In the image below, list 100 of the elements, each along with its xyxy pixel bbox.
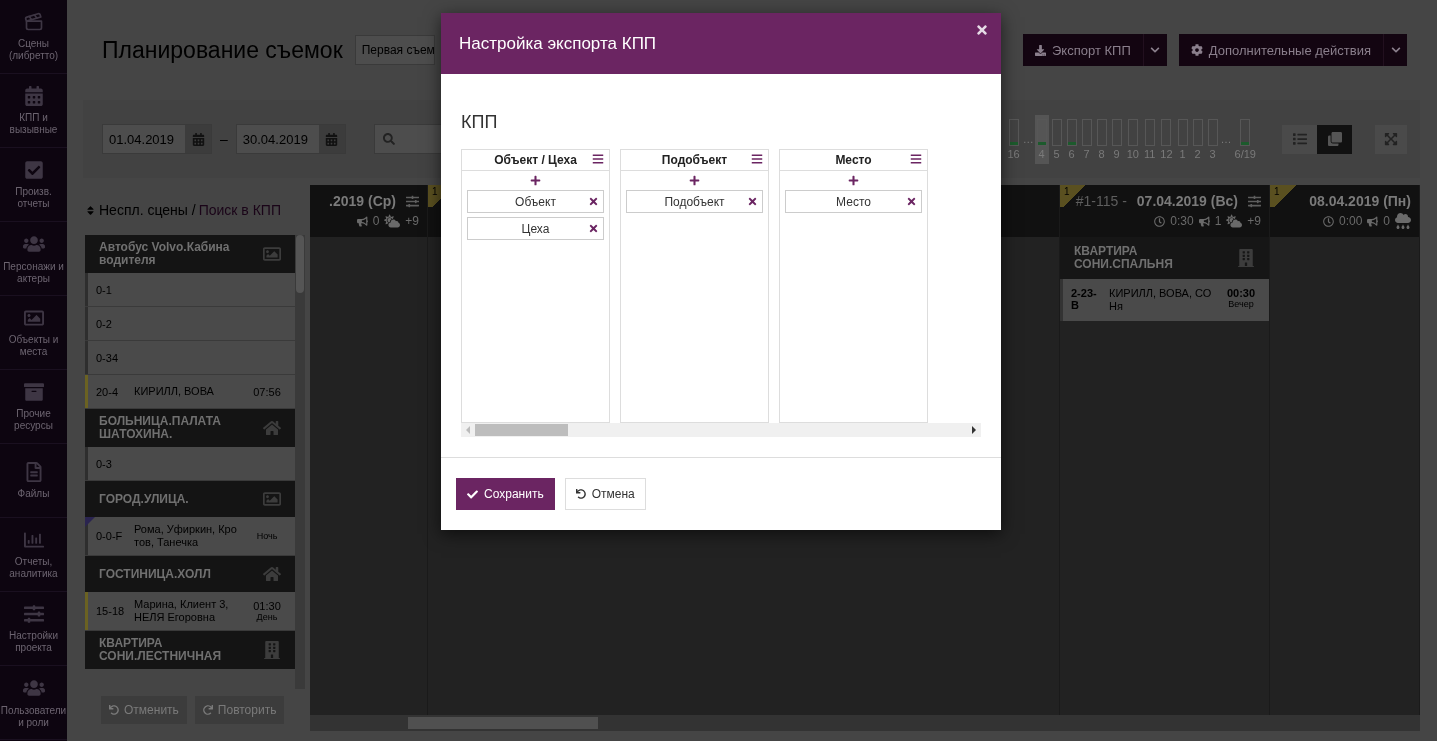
expand-button[interactable]: [1375, 124, 1407, 154]
field-chip[interactable]: Цеха: [467, 217, 604, 240]
scene-daypart: Ночь: [256, 531, 278, 541]
calendar-icon[interactable]: [185, 125, 211, 153]
ellipsis: …: [1022, 133, 1034, 145]
sliders-icon[interactable]: [406, 194, 419, 208]
megaphone-icon: [1198, 215, 1210, 227]
remove-button[interactable]: [906, 196, 917, 207]
redo-icon: [202, 705, 213, 715]
announcement-count: 1: [1214, 214, 1222, 228]
add-button[interactable]: [848, 175, 859, 186]
scene-card[interactable]: 2-23-В КИРИЛЛ, ВОВА, СОНя 00:30 Вечер: [1060, 279, 1269, 321]
menu-icon[interactable]: [910, 153, 922, 165]
list-icon: [1292, 132, 1307, 146]
house-icon: [263, 419, 281, 437]
download-icon: [1035, 44, 1046, 56]
cancel-button[interactable]: Отмена: [564, 478, 646, 510]
scroll-right-icon[interactable]: [972, 426, 976, 434]
chevron-down-icon: [1150, 45, 1161, 55]
location-title: БОЛЬНИЦА.ПАЛАТА ШАТОХИНА.: [99, 415, 222, 441]
day-date: 08.04.2019 (Пн): [1309, 193, 1411, 209]
sliders-icon: [23, 603, 44, 624]
calendar-icon: [23, 85, 44, 106]
day-duration: 0:00: [1338, 214, 1363, 228]
redo-button[interactable]: Повторить: [194, 696, 285, 724]
scene-row[interactable]: 0-34: [85, 341, 295, 375]
scene-time: 00:30: [1226, 287, 1256, 299]
scroll-thumb[interactable]: [408, 717, 598, 729]
scene-cast: Рома, Уфиркин, Кротов, Танечка: [134, 523, 238, 549]
page-title: Планирование съемок: [102, 36, 343, 64]
corner-flag: [85, 517, 95, 527]
scene-number: 0-1: [96, 283, 113, 296]
cards-icon: [1327, 132, 1342, 146]
temperature: +9: [1247, 214, 1261, 228]
sliders-icon[interactable]: [1248, 194, 1261, 208]
list-view-button[interactable]: [1282, 124, 1317, 154]
scene-row[interactable]: 0-3: [85, 447, 295, 481]
scene-number: 0-34: [96, 351, 120, 364]
undo-button[interactable]: Отменить: [101, 696, 187, 724]
section-heading: КПП: [461, 112, 499, 133]
house-icon: [263, 565, 281, 583]
scene-number: 0-0-F: [96, 530, 124, 542]
search-link[interactable]: Поиск в КПП: [198, 202, 281, 218]
day-item[interactable]: 3: [1205, 114, 1220, 164]
add-button[interactable]: [530, 175, 541, 186]
scene-row[interactable]: 0-1: [85, 273, 295, 307]
menu-icon[interactable]: [592, 153, 604, 165]
scene-cast: КИРИЛЛ, ВОВА: [134, 385, 215, 398]
location-title: КВАРТИРА СОНИ.СПАЛЬНЯ: [1074, 245, 1174, 271]
shoot-select[interactable]: Первая съем: [354, 35, 435, 65]
chevron-down-icon: [1390, 45, 1401, 55]
scene-daypart: День: [256, 612, 278, 622]
scene-number: 0-3: [96, 457, 113, 470]
scene-cast: КИРИЛЛ, ВОВА, СОНя: [1109, 287, 1213, 313]
scene-number: 2-23-В: [1071, 287, 1098, 313]
calendar-icon[interactable]: [318, 125, 345, 153]
expand-icon: [1384, 132, 1398, 146]
picture-icon: [263, 490, 281, 508]
day-date: .2019 (Ср): [329, 193, 396, 209]
announcement-count: 0: [372, 214, 380, 228]
field-chip[interactable]: Подобъект: [626, 190, 763, 213]
picture-icon: [263, 245, 281, 263]
remove-button[interactable]: [588, 196, 599, 207]
card-view-button[interactable]: [1317, 124, 1352, 154]
scene-daypart: Вечер: [1228, 299, 1254, 309]
field-chip[interactable]: Объект: [467, 190, 604, 213]
add-button[interactable]: [689, 175, 700, 186]
scene-row[interactable]: 0-0-F Рома, Уфиркин, Кротов, Танечка Ночь: [85, 517, 295, 556]
scrollbar[interactable]: [461, 423, 981, 437]
save-button[interactable]: Сохранить: [456, 478, 555, 510]
scroll-thumb[interactable]: [296, 235, 304, 293]
weather-icon: [384, 213, 401, 229]
column-title: Объект / Цеха: [494, 153, 577, 167]
date-separator: –: [220, 131, 228, 147]
field-chip[interactable]: Место: [785, 190, 922, 213]
date-field[interactable]: 01.04.2019: [102, 124, 212, 154]
megaphone-icon: [1367, 215, 1379, 227]
scroll-left-icon[interactable]: [466, 426, 470, 434]
day-date: 07.04.2019 (Вс): [1136, 193, 1238, 209]
scroll-thumb[interactable]: [475, 424, 568, 436]
announcement-count: 0: [1383, 214, 1390, 228]
weather-icon: [1395, 213, 1411, 229]
menu-icon[interactable]: [751, 153, 763, 165]
column-title: Подобъект: [661, 153, 728, 167]
check-icon: [467, 488, 478, 500]
remove-button[interactable]: [588, 223, 599, 234]
dialog-title: Настройка экспорта КПП: [459, 33, 657, 54]
box-icon: [23, 381, 44, 402]
temperature: +9: [405, 214, 419, 228]
remove-button[interactable]: [747, 196, 758, 207]
day-duration: 0:30: [1170, 214, 1194, 228]
scrollbar[interactable]: [295, 235, 305, 689]
date-field[interactable]: 30.04.2019: [235, 124, 346, 154]
undo-icon: [109, 705, 119, 715]
scene-row[interactable]: 20-4 КИРИЛЛ, ВОВА 07:56: [85, 375, 295, 409]
gear-icon: [1190, 44, 1203, 56]
sort-icon[interactable]: [85, 204, 96, 216]
location-title: Автобус Volvo.Кабина водителя: [99, 241, 231, 267]
scrollbar[interactable]: [310, 715, 1420, 731]
scene-row[interactable]: 0-2: [85, 307, 295, 341]
